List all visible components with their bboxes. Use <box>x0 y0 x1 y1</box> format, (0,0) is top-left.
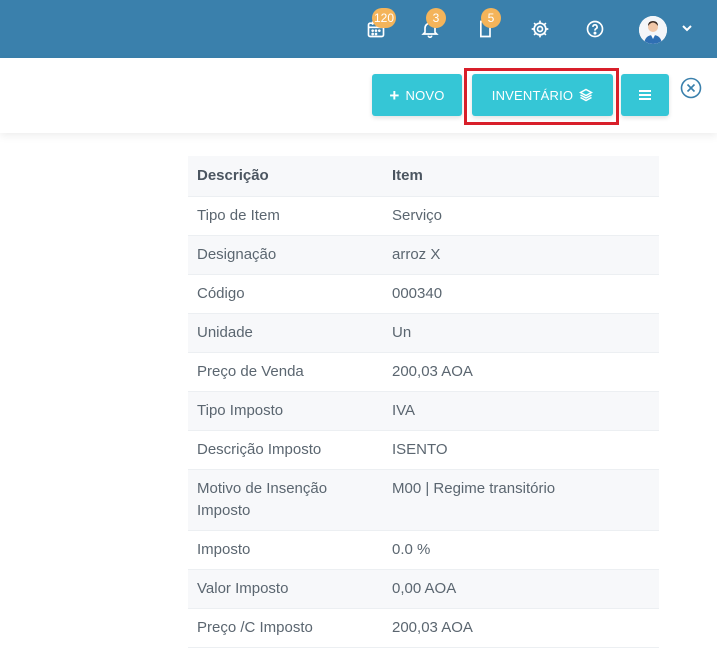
row-label: Preço /C Imposto <box>197 619 313 636</box>
table-row: Imposto 0.0 % <box>188 531 659 570</box>
calendar-badge: 120 <box>372 8 397 28</box>
documents-badge: 5 <box>481 8 501 28</box>
documents-button[interactable]: 5 <box>473 8 501 41</box>
table-row: Descrição Imposto ISENTO <box>188 431 659 470</box>
row-label: Motivo de Insenção Imposto <box>197 480 328 519</box>
help-button[interactable] <box>583 17 607 41</box>
row-label: Unidade <box>197 324 253 341</box>
close-circle-icon[interactable] <box>680 77 702 99</box>
row-label: Preço de Venda <box>197 363 304 380</box>
inventario-label: INVENTÁRIO <box>491 87 574 103</box>
row-label: Descrição Imposto <box>197 441 322 458</box>
table-row: Tipo de Item Serviço <box>188 197 659 236</box>
help-icon <box>586 20 604 38</box>
row-value: M00 | Regime transitório <box>392 480 556 497</box>
row-label: Imposto <box>197 541 251 558</box>
row-value: 0,00 AOA <box>392 580 457 597</box>
table-row: Designação arroz X <box>188 236 659 275</box>
novo-button[interactable]: + NOVO <box>372 74 462 116</box>
hamburger-icon <box>639 90 651 100</box>
avatar[interactable] <box>639 16 667 44</box>
row-value: arroz X <box>392 246 441 263</box>
inventario-button[interactable]: INVENTÁRIO <box>472 74 613 116</box>
header-item: Item <box>392 167 423 184</box>
notifications-button[interactable]: 3 <box>418 8 446 41</box>
gear-icon <box>531 20 549 38</box>
action-toolbar: + NOVO INVENTÁRIO <box>0 58 717 133</box>
row-label: Valor Imposto <box>197 580 289 597</box>
row-value: 200,03 AOA <box>392 363 473 380</box>
table-row: Código 000340 <box>188 275 659 314</box>
table-row: Tipo Imposto IVA <box>188 392 659 431</box>
table-row: Valor Imposto 0,00 AOA <box>188 570 659 609</box>
plus-icon: + <box>389 85 400 105</box>
table-row: Preço /C Imposto 200,03 AOA <box>188 609 659 648</box>
notifications-badge: 3 <box>426 8 446 28</box>
row-value: 000340 <box>392 285 443 302</box>
row-value: ISENTO <box>392 441 448 458</box>
table-row: Unidade Un <box>188 314 659 353</box>
chevron-down-icon[interactable] <box>681 22 693 34</box>
user-avatar-icon <box>639 16 667 44</box>
layers-icon <box>579 88 594 102</box>
row-value: Serviço <box>392 207 443 224</box>
row-value: IVA <box>392 402 416 419</box>
row-value: Un <box>392 324 412 341</box>
row-label: Designação <box>197 246 277 263</box>
top-navbar: 120 3 5 <box>0 0 717 58</box>
row-value: 200,03 AOA <box>392 619 473 636</box>
row-label: Tipo Imposto <box>197 402 284 419</box>
settings-button[interactable] <box>528 17 552 41</box>
table-header: Descrição Item <box>188 156 659 197</box>
row-label: Tipo de Item <box>197 207 280 224</box>
row-label: Código <box>197 285 245 302</box>
menu-button[interactable] <box>621 74 669 116</box>
calendar-button[interactable]: 120 <box>364 8 397 41</box>
table-row: Motivo de Insenção Imposto M00 | Regime … <box>188 470 659 531</box>
row-value: 0.0 % <box>392 541 431 558</box>
table-row: Preço de Venda 200,03 AOA <box>188 353 659 392</box>
item-details-table: Descrição Item Tipo de Item Serviço Desi… <box>188 156 659 648</box>
novo-label: NOVO <box>405 87 445 103</box>
header-descricao: Descrição <box>197 167 269 184</box>
